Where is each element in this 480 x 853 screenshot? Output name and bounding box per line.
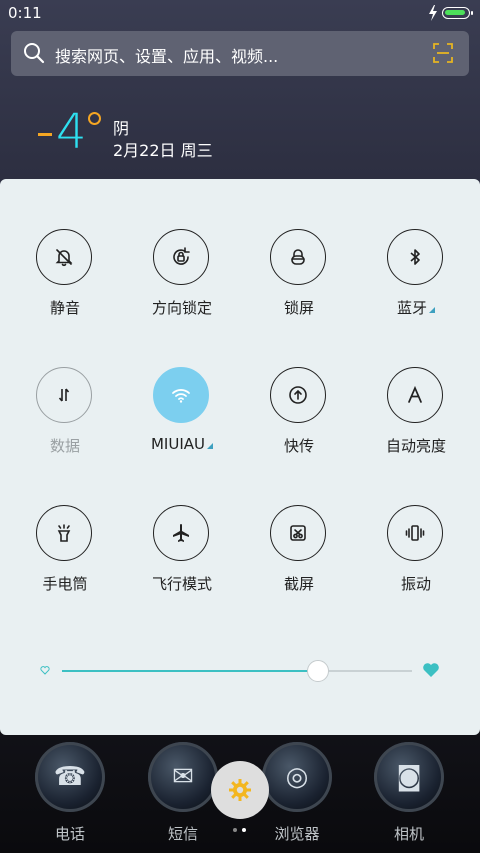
camera-icon: ◙ <box>374 742 444 812</box>
weather-date: 2月22日 周三 <box>113 141 213 160</box>
toggle-lock-screen[interactable]: 锁屏 <box>244 229 354 329</box>
phone-icon: ☎ <box>35 742 105 812</box>
toggle-label: 自动亮度 <box>385 437 446 455</box>
toggle-vibrate[interactable]: 振动 <box>361 505 471 605</box>
dock-label: 浏览器 <box>274 825 320 843</box>
search-icon <box>24 43 45 64</box>
wifi-icon <box>153 367 209 423</box>
toggle-label: 振动 <box>400 575 431 593</box>
toggle-label: 飞行模式 <box>151 575 212 593</box>
dock-camera[interactable]: ◙ 相机 <box>369 742 449 843</box>
search-placeholder: 搜索网页、设置、应用、视频... <box>55 47 279 66</box>
airplane-icon <box>153 505 209 561</box>
dock-label: 电话 <box>54 825 85 843</box>
dock-browser[interactable]: ◎ 浏览器 <box>257 742 337 843</box>
toggle-wifi[interactable]: MIUIAU <box>127 367 237 467</box>
screenshot-icon <box>270 505 326 561</box>
toggle-label: 方向锁定 <box>151 299 212 317</box>
brightness-thumb[interactable] <box>306 660 329 682</box>
toggle-label: 快传 <box>283 437 314 455</box>
scan-icon[interactable] <box>433 43 453 63</box>
upload-icon <box>270 367 326 423</box>
toggle-label: 蓝牙 <box>361 297 471 318</box>
quick-settings-panel: 静音 方向锁定 锁屏 蓝牙 数据 MIUIAU 快传 自动亮度 手电筒 飞行模式… <box>0 179 480 735</box>
bell-mute-icon <box>36 229 92 285</box>
browser-icon: ◎ <box>262 742 332 812</box>
toggle-data[interactable]: 数据 <box>10 367 120 467</box>
status-bar: 0:11 <box>0 0 480 28</box>
battery-icon <box>442 7 473 19</box>
bluetooth-icon <box>387 229 443 285</box>
more-indicator-icon <box>429 307 435 313</box>
more-indicator-icon <box>207 443 213 449</box>
rotation-lock-icon <box>153 229 209 285</box>
brightness-slider[interactable] <box>38 659 442 683</box>
page-indicator <box>233 828 249 834</box>
settings-button[interactable] <box>211 761 269 819</box>
brightness-fill <box>62 670 318 672</box>
toggle-label: 数据 <box>49 437 80 455</box>
flashlight-icon <box>36 505 92 561</box>
toggle-bluetooth[interactable]: 蓝牙 <box>361 229 471 329</box>
temp-minus-sign <box>38 133 52 136</box>
lock-icon <box>270 229 326 285</box>
gear-icon <box>229 779 251 801</box>
charging-icon <box>429 5 437 21</box>
toggle-label: MIUIAU <box>127 435 237 453</box>
toggle-label: 锁屏 <box>283 299 314 317</box>
dock-label: 相机 <box>393 825 424 843</box>
degree-symbol <box>88 112 101 125</box>
toggle-label: 静音 <box>49 299 80 317</box>
weather-condition: 阴 <box>113 119 130 138</box>
toggle-label: 截屏 <box>283 575 314 593</box>
toggle-rotation-lock[interactable]: 方向锁定 <box>127 229 237 329</box>
toggle-quick-transfer[interactable]: 快传 <box>244 367 354 467</box>
toggle-label: 手电筒 <box>42 575 88 593</box>
brightness-high-icon <box>423 663 439 677</box>
temp-value: 4 <box>56 104 87 160</box>
auto-brightness-icon <box>387 367 443 423</box>
page-dot-active <box>242 828 246 832</box>
brightness-low-icon <box>40 666 50 675</box>
toggle-airplane[interactable]: 飞行模式 <box>127 505 237 605</box>
page-dot <box>233 828 237 832</box>
message-icon: ✉ <box>148 742 218 812</box>
toggle-auto-brightness[interactable]: 自动亮度 <box>361 367 471 467</box>
toggle-mute[interactable]: 静音 <box>10 229 120 329</box>
data-arrows-icon <box>36 367 92 423</box>
vibrate-icon <box>387 505 443 561</box>
dock-label: 短信 <box>167 825 198 843</box>
search-bar[interactable]: 搜索网页、设置、应用、视频... <box>11 31 469 76</box>
brightness-track[interactable] <box>62 660 412 682</box>
toggle-screenshot[interactable]: 截屏 <box>244 505 354 605</box>
toggle-flashlight[interactable]: 手电筒 <box>10 505 120 605</box>
status-time: 0:11 <box>8 4 42 22</box>
dock-phone[interactable]: ☎ 电话 <box>30 742 110 843</box>
